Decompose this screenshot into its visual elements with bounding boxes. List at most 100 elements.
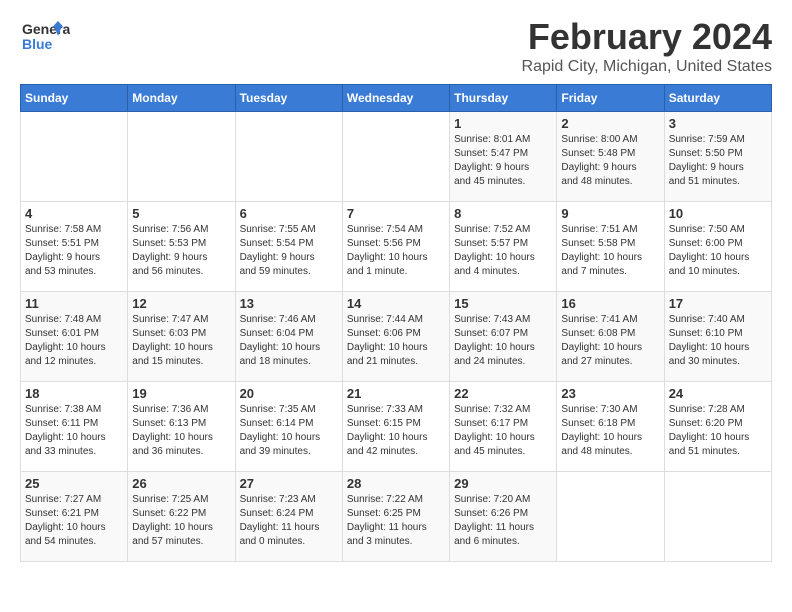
table-row [557,472,664,562]
table-row [21,112,128,202]
day-info: Sunrise: 7:38 AMSunset: 6:11 PMDaylight:… [25,403,123,459]
table-row: 17 Sunrise: 7:40 AMSunset: 6:10 PMDayligh… [664,292,771,382]
day-number: 2 [561,116,659,131]
day-number: 14 [347,296,445,311]
table-row [128,112,235,202]
day-info: Sunrise: 7:46 AMSunset: 6:04 PMDaylight:… [240,313,338,369]
table-row: 16 Sunrise: 7:41 AMSunset: 6:08 PMDayligh… [557,292,664,382]
day-number: 8 [454,206,552,221]
table-row: 28Sunrise: 7:22 AMSunset: 6:25 PMDayligh… [342,472,449,562]
header: General Blue February 2024 Rapid City, M… [20,16,772,76]
table-row: 20Sunrise: 7:35 AMSunset: 6:14 PMDayligh… [235,382,342,472]
day-number: 1 [454,116,552,131]
week-row-1: 1 Sunrise: 8:01 AMSunset: 5:47 PMDaylight… [21,112,772,202]
day-number: 16 [561,296,659,311]
header-wednesday: Wednesday [342,85,449,112]
day-number: 17 [669,296,767,311]
week-row-4: 18 Sunrise: 7:38 AMSunset: 6:11 PMDayligh… [21,382,772,472]
day-info: Sunrise: 7:56 AMSunset: 5:53 PMDaylight:… [132,223,230,279]
day-info: Sunrise: 7:28 AMSunset: 6:20 PMDaylight:… [669,403,767,459]
day-number: 11 [25,296,123,311]
table-row: 3 Sunrise: 7:59 AMSunset: 5:50 PMDaylight… [664,112,771,202]
day-info: Sunrise: 7:52 AMSunset: 5:57 PMDaylight:… [454,223,552,279]
table-row: 25 Sunrise: 7:27 AMSunset: 6:21 PMDayligh… [21,472,128,562]
day-number: 7 [347,206,445,221]
day-number: 12 [132,296,230,311]
header-friday: Friday [557,85,664,112]
day-info: Sunrise: 7:33 AMSunset: 6:15 PMDaylight:… [347,403,445,459]
day-info: Sunrise: 7:43 AMSunset: 6:07 PMDaylight:… [454,313,552,369]
day-info: Sunrise: 7:30 AMSunset: 6:18 PMDaylight:… [561,403,659,459]
header-thursday: Thursday [450,85,557,112]
day-info: Sunrise: 7:51 AMSunset: 5:58 PMDaylight:… [561,223,659,279]
day-number: 20 [240,386,338,401]
table-row: 27 Sunrise: 7:23 AMSunset: 6:24 PMDayligh… [235,472,342,562]
day-number: 25 [25,476,123,491]
day-number: 19 [132,386,230,401]
table-row: 1 Sunrise: 8:01 AMSunset: 5:47 PMDaylight… [450,112,557,202]
day-info: Sunrise: 7:41 AMSunset: 6:08 PMDaylight:… [561,313,659,369]
table-row: 5 Sunrise: 7:56 AMSunset: 5:53 PMDaylight… [128,202,235,292]
calendar-table: SundayMondayTuesdayWednesdayThursdayFrid… [20,84,772,562]
day-info: Sunrise: 7:44 AMSunset: 6:06 PMDaylight:… [347,313,445,369]
table-row: 24 Sunrise: 7:28 AMSunset: 6:20 PMDayligh… [664,382,771,472]
table-row: 29Sunrise: 7:20 AMSunset: 6:26 PMDayligh… [450,472,557,562]
table-row [664,472,771,562]
table-row [342,112,449,202]
table-row [235,112,342,202]
day-number: 13 [240,296,338,311]
day-info: Sunrise: 7:22 AMSunset: 6:25 PMDaylight:… [347,493,445,549]
week-row-5: 25 Sunrise: 7:27 AMSunset: 6:21 PMDayligh… [21,472,772,562]
day-info: Sunrise: 7:25 AMSunset: 6:22 PMDaylight:… [132,493,230,549]
table-row: 26Sunrise: 7:25 AMSunset: 6:22 PMDayligh… [128,472,235,562]
svg-text:General: General [22,21,70,37]
day-number: 22 [454,386,552,401]
logo: General Blue [20,16,70,66]
table-row: 23 Sunrise: 7:30 AMSunset: 6:18 PMDayligh… [557,382,664,472]
day-number: 18 [25,386,123,401]
week-row-2: 4Sunrise: 7:58 AMSunset: 5:51 PMDaylight… [21,202,772,292]
day-info: Sunrise: 7:55 AMSunset: 5:54 PMDaylight:… [240,223,338,279]
logo-icon: General Blue [20,16,70,66]
day-number: 21 [347,386,445,401]
day-number: 3 [669,116,767,131]
day-info: Sunrise: 7:47 AMSunset: 6:03 PMDaylight:… [132,313,230,369]
day-number: 10 [669,206,767,221]
day-number: 15 [454,296,552,311]
table-row: 7Sunrise: 7:54 AMSunset: 5:56 PMDaylight… [342,202,449,292]
day-info: Sunrise: 7:50 AMSunset: 6:00 PMDaylight:… [669,223,767,279]
day-info: Sunrise: 7:58 AMSunset: 5:51 PMDaylight:… [25,223,123,279]
table-row: 22 Sunrise: 7:32 AMSunset: 6:17 PMDayligh… [450,382,557,472]
day-number: 6 [240,206,338,221]
day-number: 24 [669,386,767,401]
day-info: Sunrise: 7:23 AMSunset: 6:24 PMDaylight:… [240,493,338,549]
table-row: 2 Sunrise: 8:00 AMSunset: 5:48 PMDaylight… [557,112,664,202]
table-row: 10 Sunrise: 7:50 AMSunset: 6:00 PMDayligh… [664,202,771,292]
table-row: 6 Sunrise: 7:55 AMSunset: 5:54 PMDaylight… [235,202,342,292]
header-sunday: Sunday [21,85,128,112]
day-number: 5 [132,206,230,221]
table-row: 4Sunrise: 7:58 AMSunset: 5:51 PMDaylight… [21,202,128,292]
day-info: Sunrise: 8:00 AMSunset: 5:48 PMDaylight:… [561,133,659,189]
header-monday: Monday [128,85,235,112]
day-number: 9 [561,206,659,221]
day-info: Sunrise: 7:27 AMSunset: 6:21 PMDaylight:… [25,493,123,549]
table-row: 15 Sunrise: 7:43 AMSunset: 6:07 PMDayligh… [450,292,557,382]
svg-text:Blue: Blue [22,36,53,52]
table-row: 9 Sunrise: 7:51 AMSunset: 5:58 PMDaylight… [557,202,664,292]
day-number: 23 [561,386,659,401]
calendar-subtitle: Rapid City, Michigan, United States [522,58,772,76]
day-number: 27 [240,476,338,491]
table-row: 14 Sunrise: 7:44 AMSunset: 6:06 PMDayligh… [342,292,449,382]
day-info: Sunrise: 7:59 AMSunset: 5:50 PMDaylight:… [669,133,767,189]
day-info: Sunrise: 8:01 AMSunset: 5:47 PMDaylight:… [454,133,552,189]
table-row: 12 Sunrise: 7:47 AMSunset: 6:03 PMDayligh… [128,292,235,382]
header-tuesday: Tuesday [235,85,342,112]
week-row-3: 11 Sunrise: 7:48 AMSunset: 6:01 PMDayligh… [21,292,772,382]
day-info: Sunrise: 7:32 AMSunset: 6:17 PMDaylight:… [454,403,552,459]
calendar-title: February 2024 [522,16,772,58]
title-section: February 2024 Rapid City, Michigan, Unit… [522,16,772,76]
day-info: Sunrise: 7:40 AMSunset: 6:10 PMDaylight:… [669,313,767,369]
day-info: Sunrise: 7:48 AMSunset: 6:01 PMDaylight:… [25,313,123,369]
day-header-row: SundayMondayTuesdayWednesdayThursdayFrid… [21,85,772,112]
